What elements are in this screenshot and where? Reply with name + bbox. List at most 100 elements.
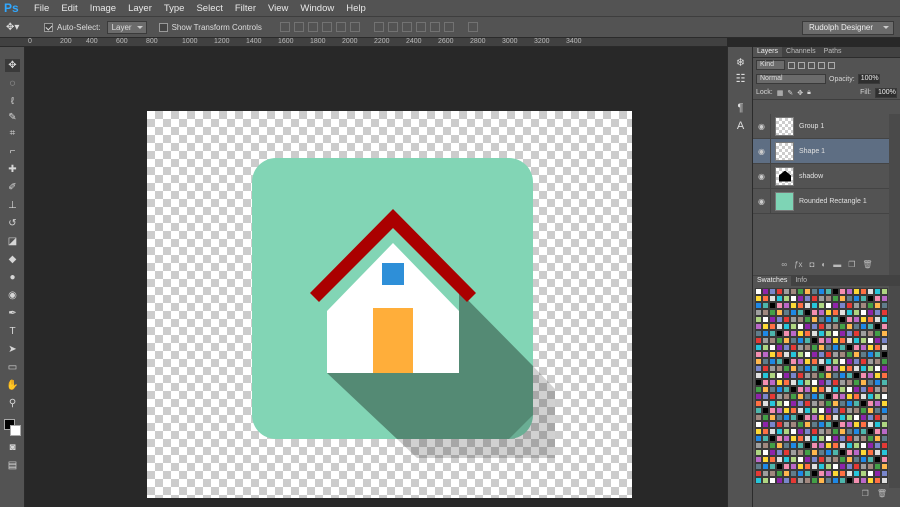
distribute-vcenter-icon[interactable] xyxy=(387,22,398,32)
color-swatch[interactable] xyxy=(825,309,832,316)
color-swatch[interactable] xyxy=(762,288,769,295)
color-swatch[interactable] xyxy=(867,337,874,344)
color-swatch[interactable] xyxy=(867,295,874,302)
color-swatch[interactable] xyxy=(776,316,783,323)
color-swatch[interactable] xyxy=(839,456,846,463)
filter-shape-icon[interactable] xyxy=(818,61,826,69)
color-swatch[interactable] xyxy=(867,344,874,351)
color-swatch[interactable] xyxy=(853,442,860,449)
menu-edit[interactable]: Edit xyxy=(55,0,83,17)
color-swatch[interactable] xyxy=(783,442,790,449)
color-swatch[interactable] xyxy=(783,470,790,477)
color-swatch[interactable] xyxy=(860,477,867,484)
color-swatch[interactable] xyxy=(846,330,853,337)
color-swatch[interactable] xyxy=(811,295,818,302)
color-swatch[interactable] xyxy=(790,316,797,323)
color-swatch[interactable] xyxy=(762,344,769,351)
color-swatch[interactable] xyxy=(755,330,762,337)
color-swatch[interactable] xyxy=(853,386,860,393)
color-swatch[interactable] xyxy=(881,358,888,365)
color-swatch[interactable] xyxy=(783,477,790,484)
color-swatch[interactable] xyxy=(860,400,867,407)
color-swatch[interactable] xyxy=(881,365,888,372)
color-swatch[interactable] xyxy=(790,337,797,344)
workspace-switcher[interactable]: Rudolph Designer xyxy=(802,21,894,35)
color-swatch[interactable] xyxy=(825,421,832,428)
color-swatch[interactable] xyxy=(755,442,762,449)
color-swatch[interactable] xyxy=(832,421,839,428)
color-swatch[interactable] xyxy=(874,302,881,309)
distribute-hcenter-icon[interactable] xyxy=(429,22,440,32)
color-swatch[interactable] xyxy=(832,351,839,358)
color-swatch[interactable] xyxy=(846,414,853,421)
color-swatch[interactable] xyxy=(797,477,804,484)
color-swatch[interactable] xyxy=(839,421,846,428)
color-swatch[interactable] xyxy=(874,463,881,470)
color-swatch[interactable] xyxy=(860,344,867,351)
color-swatch[interactable] xyxy=(832,337,839,344)
color-swatch[interactable] xyxy=(776,435,783,442)
color-swatch[interactable] xyxy=(790,288,797,295)
color-swatch[interactable] xyxy=(755,386,762,393)
color-swatch[interactable] xyxy=(783,400,790,407)
color-swatch[interactable] xyxy=(811,435,818,442)
color-swatch[interactable] xyxy=(825,407,832,414)
color-swatch[interactable] xyxy=(769,288,776,295)
color-swatch[interactable] xyxy=(846,400,853,407)
color-swatch[interactable] xyxy=(860,302,867,309)
color-swatch[interactable] xyxy=(874,386,881,393)
color-swatch[interactable] xyxy=(762,386,769,393)
layer-row[interactable]: ◉ shadow xyxy=(753,163,889,189)
color-swatch[interactable] xyxy=(860,316,867,323)
color-swatch[interactable] xyxy=(881,435,888,442)
color-swatch[interactable] xyxy=(846,302,853,309)
color-swatch[interactable] xyxy=(811,456,818,463)
color-swatch[interactable] xyxy=(755,379,762,386)
color-swatch[interactable] xyxy=(867,435,874,442)
color-swatch[interactable] xyxy=(846,365,853,372)
color-swatch[interactable] xyxy=(776,330,783,337)
color-swatch[interactable] xyxy=(804,309,811,316)
color-swatch[interactable] xyxy=(776,344,783,351)
color-swatch[interactable] xyxy=(853,379,860,386)
color-swatch[interactable] xyxy=(853,463,860,470)
color-swatch[interactable] xyxy=(853,470,860,477)
color-swatch[interactable] xyxy=(811,358,818,365)
color-swatch[interactable] xyxy=(790,330,797,337)
background-color-swatch[interactable] xyxy=(10,425,21,436)
color-swatch[interactable] xyxy=(783,386,790,393)
color-swatch[interactable] xyxy=(762,302,769,309)
color-swatch[interactable] xyxy=(811,288,818,295)
color-swatch[interactable] xyxy=(846,470,853,477)
color-swatch[interactable] xyxy=(790,463,797,470)
color-swatch[interactable] xyxy=(825,316,832,323)
color-swatch[interactable] xyxy=(804,330,811,337)
color-swatch[interactable] xyxy=(783,428,790,435)
quick-mask-icon[interactable]: ◙ xyxy=(5,441,20,454)
hand-tool-icon[interactable]: ✋ xyxy=(5,379,20,392)
color-swatch[interactable] xyxy=(874,330,881,337)
color-swatch[interactable] xyxy=(804,470,811,477)
color-swatch[interactable] xyxy=(804,449,811,456)
color-swatch[interactable] xyxy=(818,470,825,477)
menu-type[interactable]: Type xyxy=(158,0,191,17)
color-swatch[interactable] xyxy=(797,365,804,372)
color-swatch[interactable] xyxy=(755,428,762,435)
color-swatch[interactable] xyxy=(860,428,867,435)
color-swatch[interactable] xyxy=(846,449,853,456)
color-swatch[interactable] xyxy=(881,372,888,379)
color-swatch[interactable] xyxy=(762,470,769,477)
distribute-right-icon[interactable] xyxy=(443,22,454,32)
quick-select-tool-icon[interactable]: ✎ xyxy=(5,111,20,124)
color-swatch[interactable] xyxy=(839,414,846,421)
color-swatch[interactable] xyxy=(881,330,888,337)
color-swatch[interactable] xyxy=(860,372,867,379)
lock-position-icon[interactable]: ✥ xyxy=(797,89,803,97)
color-swatch[interactable] xyxy=(853,428,860,435)
color-swatch[interactable] xyxy=(762,337,769,344)
color-swatch[interactable] xyxy=(776,386,783,393)
color-swatch[interactable] xyxy=(762,393,769,400)
color-swatch[interactable] xyxy=(797,442,804,449)
color-swatch[interactable] xyxy=(776,456,783,463)
color-swatch[interactable] xyxy=(832,323,839,330)
